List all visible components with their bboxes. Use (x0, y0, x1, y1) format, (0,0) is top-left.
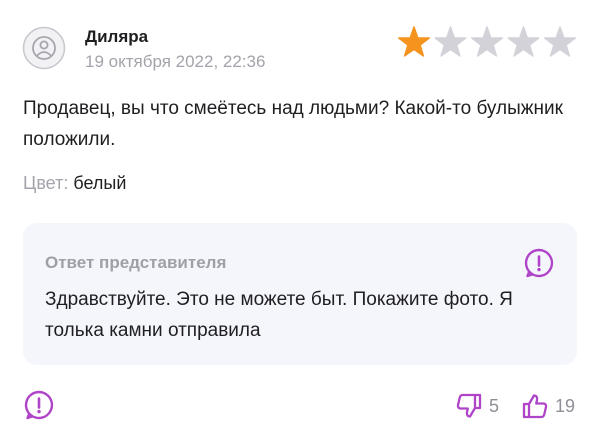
attribute-value: белый (73, 173, 127, 193)
star-empty-icon (544, 26, 576, 57)
star-empty-icon (507, 26, 540, 57)
review-card: Диляра 19 октября 2022, 22:36 Продавец, … (0, 0, 600, 439)
dislike-button[interactable]: 5 (455, 391, 499, 421)
author-name: Диляра (85, 27, 149, 46)
thumbs-down-icon (456, 393, 482, 418)
attribute-row: Цвет: белый (23, 173, 126, 194)
star-filled-icon (398, 26, 430, 57)
like-count: 19 (555, 395, 576, 416)
report-button[interactable] (23, 389, 55, 421)
like-button[interactable]: 19 (521, 391, 575, 421)
attribute-label: Цвет: (23, 173, 69, 193)
star-empty-icon (434, 26, 467, 57)
review-date: 19 октября 2022, 22:36 (85, 52, 266, 71)
review-text: Продавец, вы что смеётесь над людьми? Ка… (23, 98, 563, 150)
rating-stars (398, 26, 576, 57)
report-exclamation-icon (24, 390, 54, 420)
reply-report-button[interactable] (523, 247, 555, 279)
star-empty-icon (471, 26, 503, 57)
star-rating (396, 26, 580, 58)
user-avatar-icon (22, 26, 66, 70)
reply-title: Ответ представителя (45, 253, 227, 272)
dislike-count: 5 (489, 395, 500, 416)
avatar (22, 26, 66, 70)
seller-reply: Ответ представителя Здравствуйте. Это не… (23, 223, 577, 365)
report-exclamation-icon (524, 248, 554, 278)
reply-text: Здравствуйте. Это не можете быт. Покажит… (45, 289, 513, 341)
thumbs-up-icon (522, 394, 548, 419)
